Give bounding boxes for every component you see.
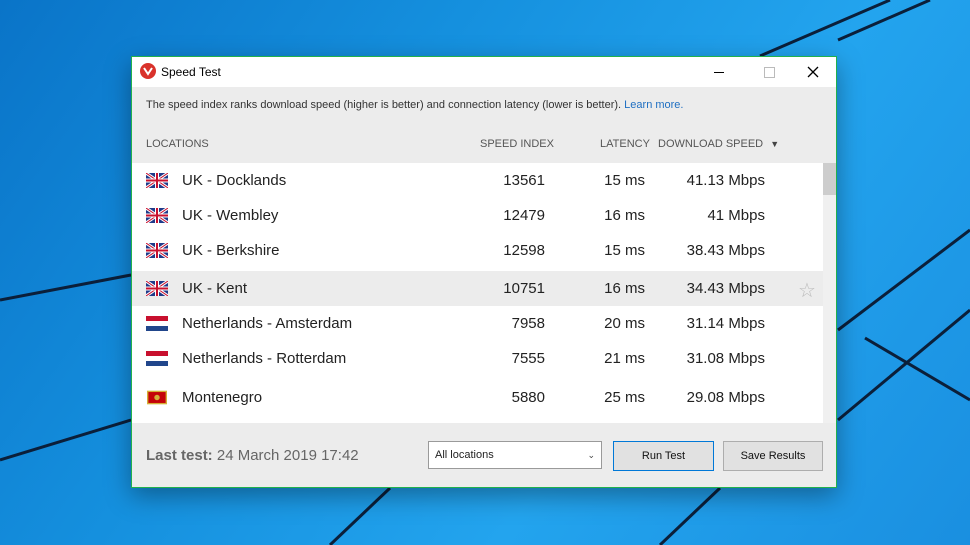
maximize-icon bbox=[763, 66, 775, 78]
location-name: Netherlands - Rotterdam bbox=[182, 350, 347, 367]
location-name: UK - Docklands bbox=[182, 172, 287, 189]
uk-flag-icon bbox=[146, 173, 168, 188]
maximize-button bbox=[746, 57, 792, 87]
last-test-label: Last test: bbox=[146, 447, 213, 464]
table-row[interactable]: Netherlands - Amsterdam 7958 20 ms 31.14… bbox=[132, 306, 823, 341]
speed-index-value: 10751 bbox=[503, 280, 545, 297]
minimize-icon bbox=[714, 71, 724, 73]
download-speed-value: 41 Mbps bbox=[707, 207, 765, 224]
table-row[interactable]: UK - Berkshire 12598 15 ms 38.43 Mbps bbox=[132, 233, 823, 268]
table-row-hovered[interactable]: UK - Kent 10751 16 ms 34.43 Mbps ☆ bbox=[132, 271, 823, 306]
close-icon bbox=[807, 66, 819, 78]
download-speed-value: 38.43 Mbps bbox=[686, 242, 765, 259]
netherlands-flag-icon bbox=[146, 316, 168, 331]
column-header-download-speed[interactable]: DOWNLOAD SPEED ▼ bbox=[658, 138, 779, 150]
vertical-scrollbar[interactable] bbox=[823, 163, 836, 423]
results-list[interactable]: UK - Docklands 13561 15 ms 41.13 Mbps UK… bbox=[132, 163, 823, 423]
uk-flag-icon bbox=[146, 243, 168, 258]
last-test-value: 24 March 2019 17:42 bbox=[216, 447, 359, 464]
uk-flag-icon bbox=[146, 281, 168, 296]
location-name: UK - Berkshire bbox=[182, 242, 280, 259]
download-speed-value: 29.08 Mbps bbox=[686, 389, 765, 406]
download-speed-value: 41.13 Mbps bbox=[686, 172, 765, 189]
speed-index-value: 13561 bbox=[503, 172, 545, 189]
column-header-latency[interactable]: LATENCY bbox=[600, 138, 650, 150]
filter-selected-value: All locations bbox=[435, 449, 494, 461]
download-speed-value: 34.43 Mbps bbox=[686, 280, 765, 297]
speed-index-value: 5880 bbox=[511, 389, 545, 406]
favorite-star-icon[interactable]: ☆ bbox=[798, 278, 816, 303]
learn-more-link[interactable]: Learn more. bbox=[624, 99, 683, 111]
location-name: Montenegro bbox=[182, 389, 263, 406]
table-row[interactable]: UK - Wembley 12479 16 ms 41 Mbps bbox=[132, 198, 823, 233]
sort-descending-icon: ▼ bbox=[770, 139, 780, 149]
info-bar: The speed index ranks download speed (hi… bbox=[132, 87, 836, 123]
run-test-button[interactable]: Run Test bbox=[613, 441, 714, 471]
speed-index-value: 7958 bbox=[511, 315, 545, 332]
netherlands-flag-icon bbox=[146, 351, 168, 366]
location-name: UK - Wembley bbox=[182, 207, 279, 224]
location-name: Netherlands - Amsterdam bbox=[182, 315, 353, 332]
speed-test-window: Speed Test The speed index ranks downloa… bbox=[131, 56, 837, 488]
latency-value: 20 ms bbox=[604, 315, 645, 332]
scrollbar-thumb[interactable] bbox=[823, 163, 836, 195]
latency-value: 25 ms bbox=[604, 389, 645, 406]
download-speed-value: 31.08 Mbps bbox=[686, 350, 765, 367]
table-row[interactable]: Netherlands - Rotterdam 7555 21 ms 31.08… bbox=[132, 341, 823, 376]
chevron-down-icon: ⌄ bbox=[587, 450, 595, 460]
table-row[interactable]: Montenegro 5880 25 ms 29.08 Mbps bbox=[132, 380, 823, 415]
column-header-locations[interactable]: LOCATIONS bbox=[146, 138, 209, 150]
title-bar[interactable]: Speed Test bbox=[132, 57, 836, 87]
minimize-button[interactable] bbox=[696, 57, 742, 87]
montenegro-flag-icon bbox=[147, 390, 167, 405]
save-results-button[interactable]: Save Results bbox=[723, 441, 823, 471]
latency-value: 16 ms bbox=[604, 207, 645, 224]
info-text: The speed index ranks download speed (hi… bbox=[146, 99, 622, 111]
footer-bar: Last test: 24 March 2019 17:42 All locat… bbox=[132, 423, 836, 487]
window-title: Speed Test bbox=[161, 65, 221, 79]
table-header: LOCATIONS SPEED INDEX LATENCY DOWNLOAD S… bbox=[132, 123, 836, 163]
speed-index-value: 12479 bbox=[503, 207, 545, 224]
location-name: UK - Kent bbox=[182, 280, 248, 297]
close-button[interactable] bbox=[790, 57, 836, 87]
table-row[interactable]: UK - Docklands 13561 15 ms 41.13 Mbps bbox=[132, 163, 823, 198]
latency-value: 21 ms bbox=[604, 350, 645, 367]
latency-value: 15 ms bbox=[604, 172, 645, 189]
download-speed-label: DOWNLOAD SPEED bbox=[658, 138, 764, 150]
latency-value: 15 ms bbox=[604, 242, 645, 259]
speed-index-value: 7555 bbox=[511, 350, 545, 367]
download-speed-value: 31.14 Mbps bbox=[686, 315, 765, 332]
locations-filter-select[interactable]: All locations ⌄ bbox=[428, 441, 602, 469]
column-header-speed-index[interactable]: SPEED INDEX bbox=[480, 138, 554, 150]
speed-index-value: 12598 bbox=[503, 242, 545, 259]
last-test-info: Last test: 24 March 2019 17:42 bbox=[146, 447, 359, 464]
uk-flag-icon bbox=[146, 208, 168, 223]
latency-value: 16 ms bbox=[604, 280, 645, 297]
speedtest-app-icon bbox=[140, 63, 156, 79]
